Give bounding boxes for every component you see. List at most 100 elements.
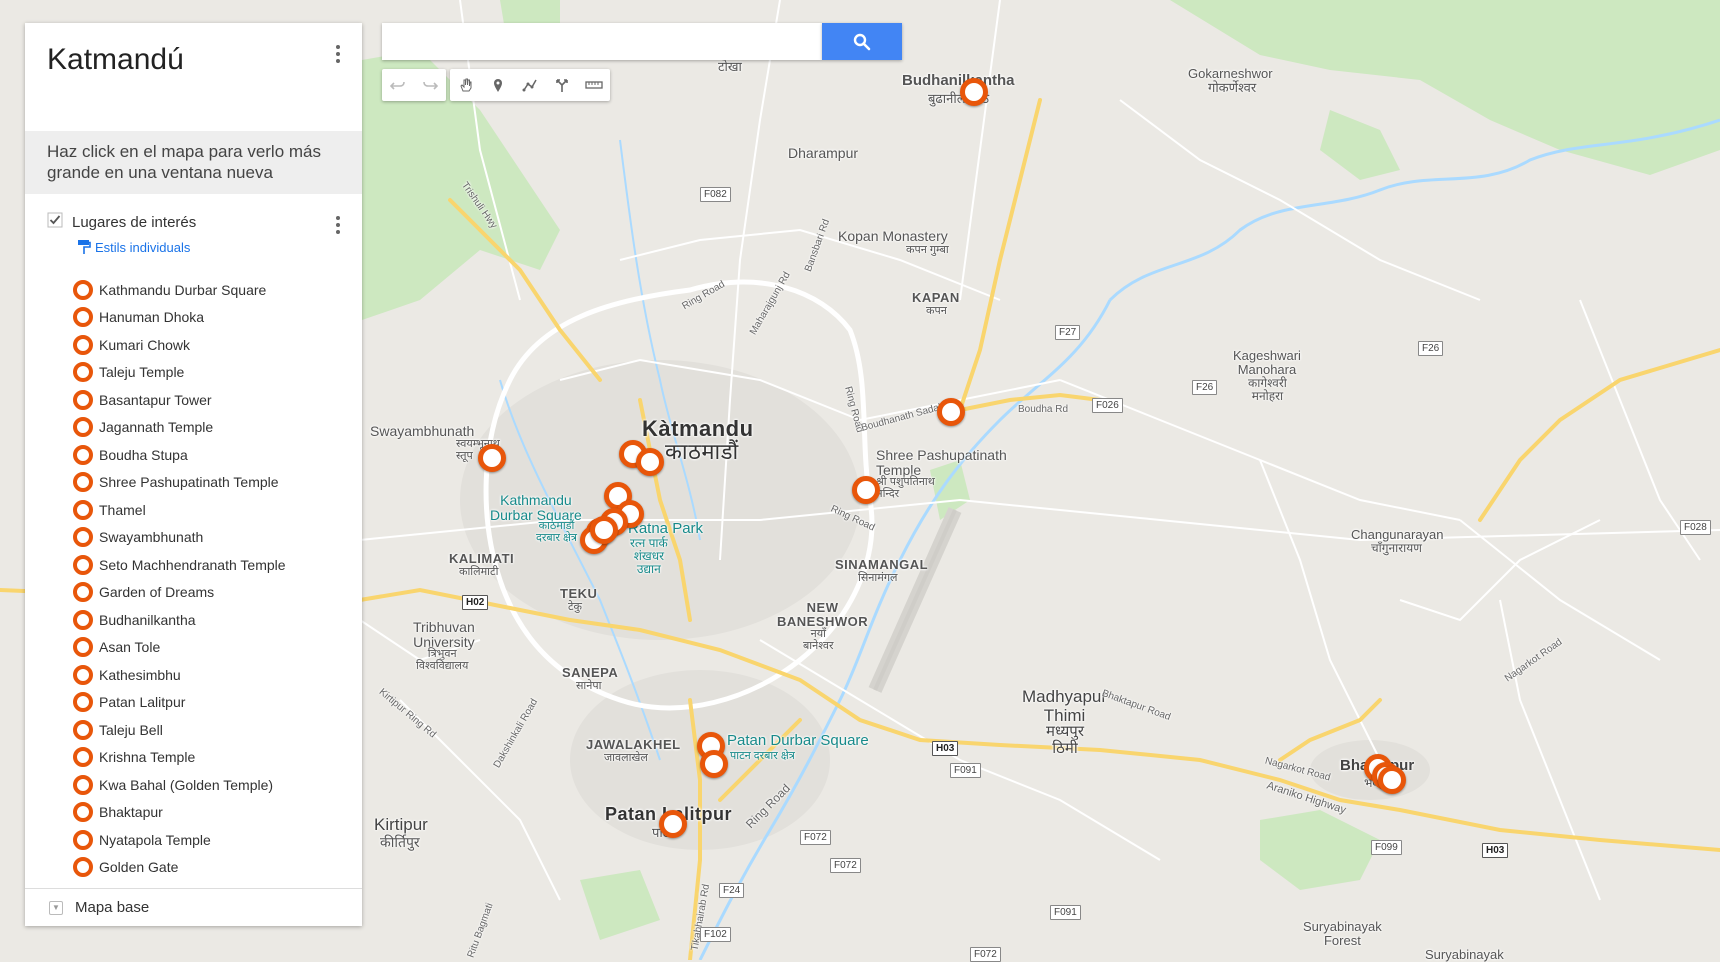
hand-icon [460, 78, 472, 92]
label-patan-durbar: Patan Durbar Square [727, 732, 869, 749]
road-shield: F26 [1192, 380, 1218, 395]
road-shield: F099 [1371, 840, 1402, 855]
base-map-toggle[interactable]: ▼ Mapa base [25, 889, 362, 926]
list-item[interactable]: Hanuman Dhoka [73, 304, 286, 332]
search-icon [853, 33, 871, 50]
list-item[interactable]: Swayambhunath [73, 524, 286, 552]
place-marker-icon [73, 362, 93, 383]
place-marker-icon [73, 829, 93, 850]
map-options-button[interactable] [328, 41, 348, 67]
place-marker-icon [73, 334, 93, 355]
road-shield: H02 [462, 595, 489, 610]
list-item[interactable]: Kumari Chowk [73, 331, 286, 359]
list-item[interactable]: Asan Tole [73, 634, 286, 662]
label-patan-durbar-np: पाटन दरबार क्षेत्र [730, 750, 795, 762]
list-item[interactable]: Krishna Temple [73, 744, 286, 772]
map-marker[interactable] [937, 398, 965, 426]
place-marker-icon [73, 554, 93, 575]
list-item[interactable]: Basantapur Tower [73, 386, 286, 414]
label-pashupatinath-np: श्री पशुपतिनाथ मन्दिर [876, 476, 935, 501]
redo-button[interactable] [414, 69, 446, 101]
map-legend-panel: Katmandú Haz click en el mapa para verlo… [25, 23, 362, 926]
place-label: Kathesimbhu [99, 666, 181, 683]
place-label: Krishna Temple [99, 749, 196, 766]
marker-icon [494, 79, 502, 92]
road-shield: F026 [1092, 398, 1123, 413]
list-item[interactable]: Kathesimbhu [73, 661, 286, 689]
measure-button[interactable] [578, 69, 610, 101]
label-kageshwari-np: कागेश्वरी मनोहरा [1248, 376, 1287, 404]
label-boudha-rd: Boudha Rd [1018, 404, 1069, 415]
label-madhyapur: Madhyapur Thimi [1022, 687, 1108, 725]
map-marker[interactable] [590, 516, 618, 544]
label-new-baneshwor: NEW BANESHWOR [777, 600, 869, 630]
layer-visibility-checkbox[interactable] [47, 212, 63, 228]
map-marker[interactable] [700, 750, 728, 778]
directions-button[interactable] [546, 69, 578, 101]
draw-line-button[interactable] [514, 69, 546, 101]
list-item[interactable]: Bhaktapur [73, 799, 286, 827]
map-title[interactable]: Katmandú [47, 43, 184, 77]
label-kathmandu-durbar-np: काठमाडौं दरबार क्षेत्र [536, 520, 577, 545]
label-kapan: KAPAN [912, 290, 960, 305]
map-toolbar [382, 69, 610, 101]
hand-tool-button[interactable] [450, 69, 482, 101]
place-label: Golden Gate [99, 859, 179, 876]
directions-icon [556, 79, 568, 92]
list-item[interactable]: Kwa Bahal (Golden Temple) [73, 771, 286, 799]
undo-button[interactable] [382, 69, 414, 101]
search-button[interactable] [822, 23, 902, 60]
map-marker[interactable] [478, 444, 506, 472]
layer-options-button[interactable] [328, 212, 348, 238]
list-item[interactable]: Nyatapola Temple [73, 826, 286, 854]
label-kageshwari: Kageshwari Manohara [1233, 348, 1301, 378]
place-label: Kathmandu Durbar Square [99, 281, 267, 298]
list-item[interactable]: Patan Lalitpur [73, 689, 286, 717]
label-sanepa-np: सानेपा [576, 680, 602, 692]
place-label: Kumari Chowk [99, 336, 191, 353]
map-marker[interactable] [1378, 766, 1406, 794]
place-label: Seto Machhendranath Temple [99, 556, 286, 573]
add-marker-button[interactable] [482, 69, 514, 101]
individual-styles-link[interactable]: Estils individuals [77, 239, 190, 255]
map-marker[interactable] [960, 78, 988, 106]
place-marker-icon [73, 637, 93, 658]
label-tribhuvan: Tribhuvan University [413, 619, 475, 651]
layer-title[interactable]: Lugares de interés [72, 214, 196, 231]
road-shield: F091 [1050, 905, 1081, 920]
list-item[interactable]: Taleju Temple [73, 359, 286, 387]
label-dharampur: Dharampur [788, 145, 859, 161]
list-item[interactable]: Taleju Bell [73, 716, 286, 744]
label-sinamangal: SINAMANGAL [835, 557, 929, 572]
place-label: Nyatapola Temple [99, 831, 211, 848]
list-item[interactable]: Jagannath Temple [73, 414, 286, 442]
label-katmandu: Kàtmandu [642, 416, 754, 441]
open-larger-notice[interactable]: Haz click en el mapa para verlo más gran… [25, 131, 362, 194]
list-item[interactable]: Thamel [73, 496, 286, 524]
place-marker-icon [73, 719, 93, 740]
list-item[interactable]: Shree Pashupatinath Temple [73, 469, 286, 497]
label-katmandu-np: काठमाडौं [665, 439, 739, 464]
place-marker-icon [73, 609, 93, 630]
place-label: Thamel [99, 501, 146, 518]
road-shield: F27 [1055, 325, 1081, 340]
road-shield: F072 [800, 830, 831, 845]
list-item[interactable]: Kathmandu Durbar Square [73, 276, 286, 304]
search-input[interactable] [382, 23, 822, 60]
list-item[interactable]: Garden of Dreams [73, 579, 286, 607]
label-budhanilkantha: Budhanilkantha [902, 72, 1015, 89]
map-marker[interactable] [636, 448, 664, 476]
list-item[interactable]: Golden Gate [73, 854, 286, 882]
road-shield: F091 [950, 763, 981, 778]
list-item[interactable]: Boudha Stupa [73, 441, 286, 469]
map-marker[interactable] [852, 476, 880, 504]
list-item[interactable]: Budhanilkantha [73, 606, 286, 634]
place-label: Garden of Dreams [99, 584, 215, 601]
place-marker-icon [73, 857, 93, 878]
list-item[interactable]: Seto Machhendranath Temple [73, 551, 286, 579]
label-changunarayan-np: चाँगुनारायण [1371, 541, 1422, 555]
undo-icon [390, 81, 405, 90]
places-list: Kathmandu Durbar Square Hanuman Dhoka Kuma… [73, 276, 286, 881]
place-marker-icon [73, 664, 93, 685]
map-marker[interactable] [659, 810, 687, 838]
